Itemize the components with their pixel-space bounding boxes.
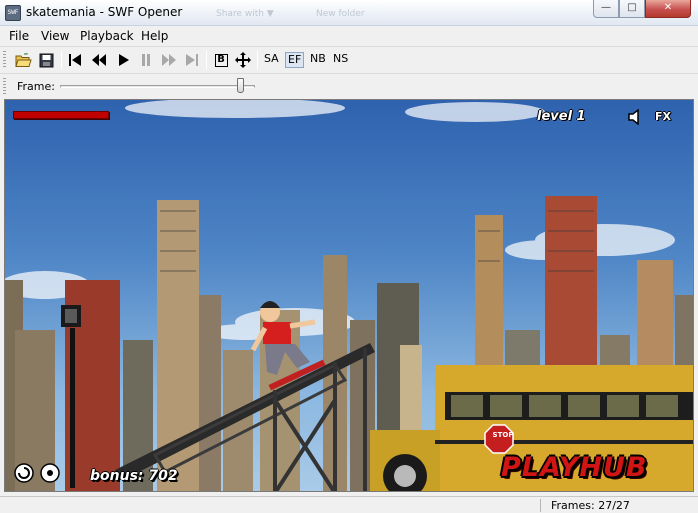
menu-file[interactable]: File bbox=[9, 29, 29, 43]
scale-nb-button[interactable]: NB bbox=[308, 52, 328, 68]
play-icon[interactable] bbox=[113, 50, 133, 70]
framebar-grip[interactable] bbox=[3, 78, 6, 96]
window-title: skatemania - SWF Opener bbox=[26, 5, 183, 19]
maximize-button[interactable]: □ bbox=[619, 0, 645, 18]
scale-sa-button[interactable]: SA bbox=[262, 52, 281, 68]
scale-ef-button[interactable]: EF bbox=[285, 52, 305, 68]
settings-gear-icon[interactable] bbox=[40, 463, 60, 483]
restart-icon[interactable] bbox=[14, 463, 34, 483]
toolbar-grip[interactable] bbox=[3, 51, 6, 69]
frame-bar: Frame: bbox=[0, 73, 698, 98]
status-bar: Frames: 27/27 bbox=[0, 496, 698, 513]
save-icon[interactable] bbox=[36, 50, 56, 70]
move-icon[interactable] bbox=[233, 50, 253, 70]
health-bar bbox=[13, 111, 109, 119]
bonus-label: bonus: 702 bbox=[90, 468, 178, 484]
close-button[interactable]: ✕ bbox=[645, 0, 691, 18]
rewind-icon[interactable] bbox=[89, 50, 109, 70]
frames-counter: Frames: 27/27 bbox=[551, 499, 630, 512]
stop-sign-label: STOP bbox=[492, 431, 514, 439]
menu-bar: File View Playback Help bbox=[0, 27, 698, 46]
scale-ns-button[interactable]: NS bbox=[331, 52, 350, 68]
swf-viewport[interactable]: level 1 FX bonus: 702 STOP PLAYHUB bbox=[4, 99, 694, 492]
fast-forward-icon[interactable] bbox=[159, 50, 179, 70]
menu-playback[interactable]: Playback bbox=[80, 29, 134, 43]
skip-to-end-icon[interactable] bbox=[182, 50, 202, 70]
skip-to-start-icon[interactable] bbox=[65, 50, 85, 70]
border-toggle-icon: B bbox=[214, 53, 228, 67]
border-toggle-button[interactable]: B bbox=[211, 50, 231, 70]
game-scene bbox=[5, 100, 693, 491]
open-folder-icon[interactable] bbox=[13, 50, 33, 70]
menu-view[interactable]: View bbox=[41, 29, 69, 43]
toolbar: B SA EF NB NS bbox=[0, 46, 698, 72]
playhub-logo[interactable]: PLAYHUB bbox=[501, 452, 647, 483]
level-label: level 1 bbox=[537, 109, 586, 124]
sound-speaker-icon[interactable] bbox=[627, 108, 645, 128]
swf-app-icon: SWF bbox=[5, 5, 21, 21]
frame-slider-thumb[interactable] bbox=[236, 78, 244, 93]
ghost-tab-share: Share with ▼ bbox=[216, 9, 274, 19]
title-bar: SWF skatemania - SWF Opener Share with ▼… bbox=[0, 0, 698, 26]
minimize-button[interactable]: — bbox=[593, 0, 619, 18]
ghost-tab-new-folder: New folder bbox=[316, 9, 365, 19]
frame-slider[interactable] bbox=[60, 85, 255, 88]
pause-icon[interactable] bbox=[136, 50, 156, 70]
frame-label: Frame: bbox=[17, 80, 55, 93]
fx-toggle[interactable]: FX bbox=[655, 110, 671, 123]
menu-help[interactable]: Help bbox=[141, 29, 168, 43]
